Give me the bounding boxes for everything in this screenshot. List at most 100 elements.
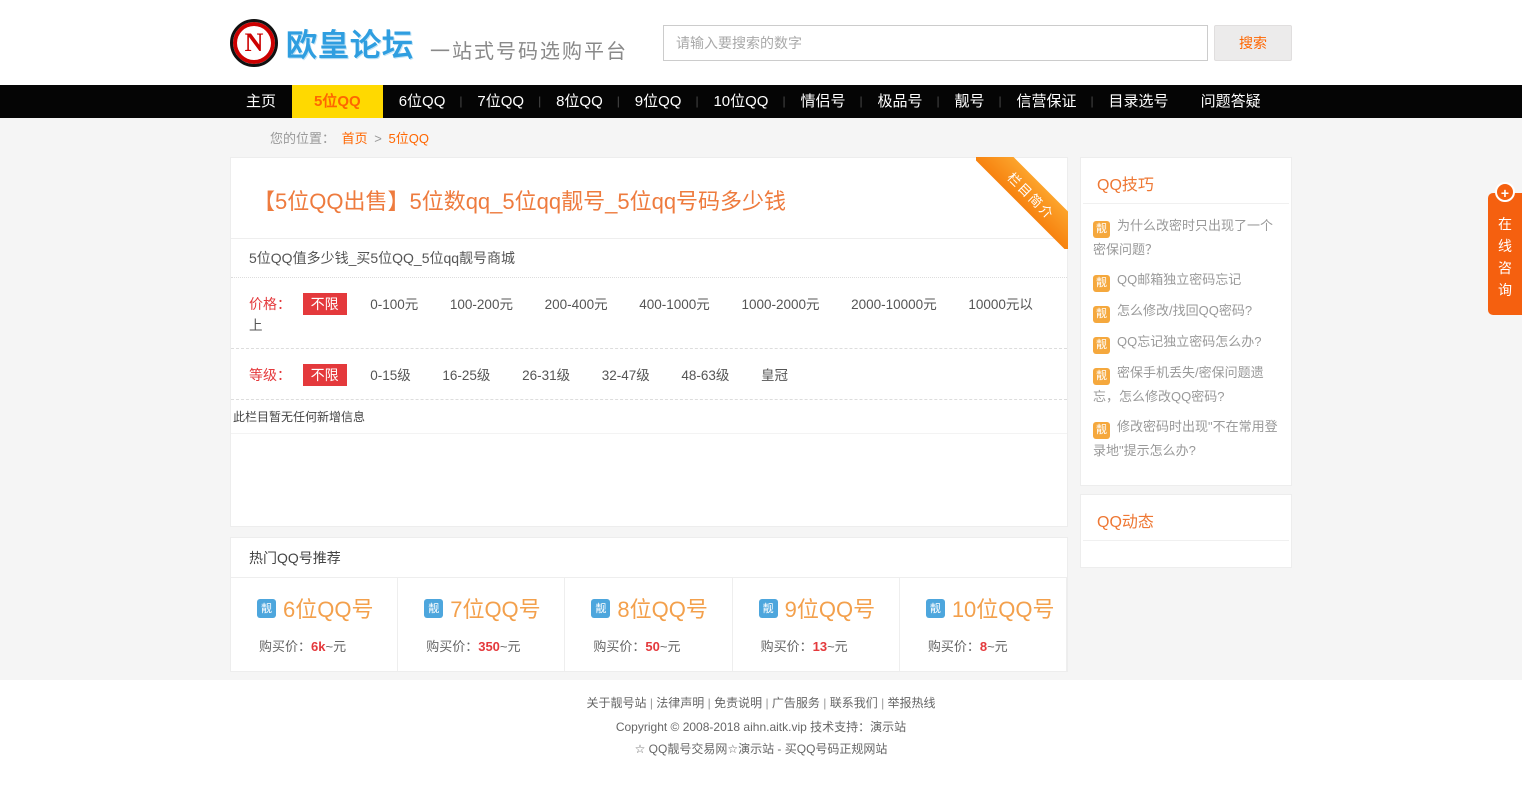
qq-card-price: 购买价：350~元 [424,636,564,655]
nav-item[interactable]: 靓号 [939,85,1001,118]
liang-badge-icon: 靓 [759,599,778,618]
hot-card-list: 靓 6位QQ号 购买价：6k~元 [231,578,1067,671]
footer-copyright: Copyright © 2008-2018 aihn.aitk.vip 技术支持… [0,718,1522,735]
nav-item[interactable]: 目录选号 [1093,85,1185,118]
nav-item[interactable]: 10位QQ [697,85,784,118]
footer-link[interactable]: 联系我们 [823,696,877,710]
site-tagline: 一站式号码选购平台 [430,35,628,64]
liang-badge-icon: 靓 [424,599,443,618]
nav-item[interactable]: 情侣号 [784,85,861,118]
main-column: 栏目简介 【5位QQ出售】5位数qq_5位qq靓号_5位qq号码多少钱 5位QQ… [230,157,1068,672]
tip-link[interactable]: 靓怎么修改/找回QQ密码? [1093,299,1279,323]
price-filter-option[interactable]: 0-100元 [370,297,418,312]
corner-ribbon: 栏目简介 [976,157,1068,249]
level-filter-option[interactable]: 16-25级 [442,368,490,383]
category-title: 【5位QQ出售】5位数qq_5位qq靓号_5位qq号码多少钱 [231,158,1067,238]
hot-recommend-panel: 热门QQ号推荐 靓 6位QQ号 购买价：6k~元 [230,537,1068,672]
footer: 关于靓号站 法律声明 免责说明 广告服务 联系我们 举报热线 Copyright… [0,680,1522,785]
nav-item[interactable]: 9位QQ [619,85,698,118]
tip-link[interactable]: 靓 QQ忘记独立密码怎么办? [1093,330,1279,354]
price-filter-option[interactable]: 400-1000元 [639,297,710,312]
tip-text: QQ邮箱独立密码忘记 [1117,272,1241,287]
price-suffix: ~元 [827,639,848,654]
nav-list: 主页 5位QQ 6位QQ 7位QQ 8位QQ 9位QQ 10位QQ 情侣号 极品… [230,85,1292,118]
breadcrumb: 您的位置： 首页 > 5位QQ [230,118,1292,157]
breadcrumb-home-link[interactable]: 首页 [342,131,368,146]
footer-link[interactable]: 法律声明 [650,696,704,710]
qq-card-title: 9位QQ号 [785,592,875,624]
price-label: 购买价： [593,639,645,654]
price-value: 50 [645,639,659,654]
price-filter-option[interactable]: 200-400元 [545,297,608,312]
nav-item[interactable]: 7位QQ [461,85,540,118]
liang-badge-icon: 靓 [257,599,276,618]
level-filter-selected[interactable]: 不限 [303,364,347,386]
breadcrumb-separator: > [374,131,382,146]
nav-item[interactable]: 8位QQ [540,85,619,118]
search-button[interactable]: 搜索 [1214,25,1292,61]
category-subtitle: 5位QQ值多少钱_买5位QQ_5位qq靓号商城 [231,238,1067,278]
qq-news-panel: QQ动态 [1080,494,1292,568]
qq-card-price: 购买价：13~元 [759,636,899,655]
nav-item[interactable]: 6位QQ [383,85,462,118]
tip-text: QQ忘记独立密码怎么办? [1117,334,1261,349]
liang-badge-icon: 靓 [926,599,945,618]
price-filter-option[interactable]: 100-200元 [450,297,513,312]
footer-links: 关于靓号站 法律声明 免责说明 广告服务 联系我们 举报热线 [0,694,1522,711]
price-value: 350 [478,639,500,654]
tip-text: 修改密码时出现"不在常用登录地"提示怎么办? [1093,419,1278,458]
qq-tips-title: QQ技巧 [1083,158,1289,204]
empty-message: 此栏目暂无任何新增信息 [231,400,1067,434]
nav-item[interactable]: 信营保证 [1001,85,1093,118]
price-filter-selected[interactable]: 不限 [303,293,347,315]
qq-card[interactable]: 靓 9位QQ号 购买价：13~元 [733,578,900,671]
qq-card[interactable]: 靓 7位QQ号 购买价：350~元 [398,578,565,671]
qq-card[interactable]: 靓 10位QQ号 购买价：8~元 [900,578,1067,671]
level-filter-option[interactable]: 48-63级 [681,368,729,383]
qq-card-title: 7位QQ号 [450,592,540,624]
price-filter-option[interactable]: 1000-2000元 [741,297,819,312]
price-filter-row: 价格： 不限 0-100元 100-200元 200-400元 400-1000… [231,278,1067,349]
footer-link[interactable]: 举报热线 [881,696,935,710]
corner-ribbon-label: 栏目简介 [976,157,1068,249]
qq-card-price: 购买价：50~元 [591,636,731,655]
level-filter-label: 等级： [249,367,291,383]
tip-link[interactable]: 靓QQ邮箱独立密码忘记 [1093,268,1279,292]
qq-card[interactable]: 靓 6位QQ号 购买价：6k~元 [231,578,398,671]
price-suffix: ~元 [500,639,521,654]
liang-badge-icon: 靓 [1093,422,1110,439]
online-consult-label: 在线咨询 [1498,213,1513,301]
level-filter-option[interactable]: 0-15级 [370,368,411,383]
nav-item[interactable]: 问题答疑 [1185,85,1277,118]
qq-card-title: 6位QQ号 [283,592,373,624]
nav-item[interactable]: 极品号 [862,85,939,118]
price-filter-option[interactable]: 2000-10000元 [851,297,937,312]
liang-badge-icon: 靓 [1093,221,1110,238]
online-consult-button[interactable]: + 在线咨询 [1488,193,1522,315]
price-label: 购买价： [928,639,980,654]
price-label: 购买价： [259,639,311,654]
qq-news-title: QQ动态 [1083,495,1289,541]
nav-item[interactable]: 5位QQ [292,85,383,118]
page: N 欧皇论坛 一站式号码选购平台 搜索 主页 5位QQ 6位QQ 7位QQ 8位… [0,0,1522,785]
main-nav: 主页 5位QQ 6位QQ 7位QQ 8位QQ 9位QQ 10位QQ 情侣号 极品… [0,85,1522,118]
liang-badge-icon: 靓 [1093,337,1110,354]
footer-link[interactable]: 关于靓号站 [586,696,646,710]
content-area: 您的位置： 首页 > 5位QQ 栏目简介 【5位QQ出售】5位数qq_5位qq靓… [0,118,1522,680]
nav-item[interactable]: 主页 [230,85,292,118]
level-filter-option[interactable]: 皇冠 [761,368,788,383]
tip-link[interactable]: 靓密保手机丢失/密保问题遗忘，怎么修改QQ密码? [1093,361,1279,408]
level-filter-option[interactable]: 32-47级 [602,368,650,383]
breadcrumb-current-link[interactable]: 5位QQ [389,131,429,146]
footer-link[interactable]: 广告服务 [765,696,819,710]
tip-link[interactable]: 靓为什么改密时只出现了一个密保问题？ [1093,214,1279,261]
logo-emblem-icon: N [230,19,278,67]
sidebar: QQ技巧 靓为什么改密时只出现了一个密保问题？ 靓QQ邮箱独立密码忘记 靓怎么修… [1080,157,1292,672]
level-filter-option[interactable]: 26-31级 [522,368,570,383]
qq-card[interactable]: 靓 8位QQ号 购买价：50~元 [565,578,732,671]
footer-link[interactable]: 免责说明 [708,696,762,710]
search-input[interactable] [663,25,1208,61]
tip-link[interactable]: 靓修改密码时出现"不在常用登录地"提示怎么办? [1093,415,1279,462]
site-logo[interactable]: N 欧皇论坛 一站式号码选购平台 [230,19,628,67]
price-filter-label: 价格： [249,296,291,312]
